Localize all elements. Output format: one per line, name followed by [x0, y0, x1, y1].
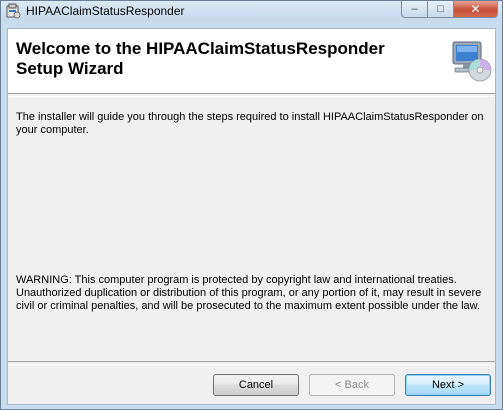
cancel-button[interactable]: Cancel [213, 374, 299, 396]
caption-buttons: – □ ✕ [401, 1, 498, 19]
computer-cd-icon [452, 41, 492, 82]
wizard-banner: Welcome to the HIPAAClaimStatusResponder… [8, 29, 495, 93]
window-title: HIPAAClaimStatusResponder [26, 4, 185, 18]
close-icon: ✕ [470, 2, 481, 16]
intro-text: The installer will guide you through the… [16, 111, 484, 136]
title-bar[interactable]: HIPAAClaimStatusResponder – □ ✕ [1, 1, 502, 21]
cancel-button-label: Cancel [238, 379, 274, 391]
copyright-warning-text: WARNING: This computer program is protec… [16, 274, 482, 312]
minimize-button[interactable]: – [401, 1, 428, 18]
next-button[interactable]: Next > [405, 374, 491, 396]
maximize-button[interactable]: □ [428, 1, 454, 18]
close-button[interactable]: ✕ [454, 1, 498, 18]
footer-divider [8, 361, 495, 365]
next-button-label: Next > [431, 379, 465, 391]
minimize-icon: – [411, 3, 418, 15]
back-button[interactable]: < Back [309, 374, 395, 396]
setup-wizard-window: HIPAAClaimStatusResponder – □ ✕ Welcome … [0, 0, 503, 410]
installer-package-icon [6, 3, 21, 19]
wizard-client-area: Welcome to the HIPAAClaimStatusResponder… [7, 28, 496, 405]
back-button-label: < Back [335, 379, 369, 391]
page-title: Welcome to the HIPAAClaimStatusResponder… [16, 39, 385, 78]
maximize-icon: □ [437, 3, 444, 15]
banner-divider [8, 93, 495, 97]
